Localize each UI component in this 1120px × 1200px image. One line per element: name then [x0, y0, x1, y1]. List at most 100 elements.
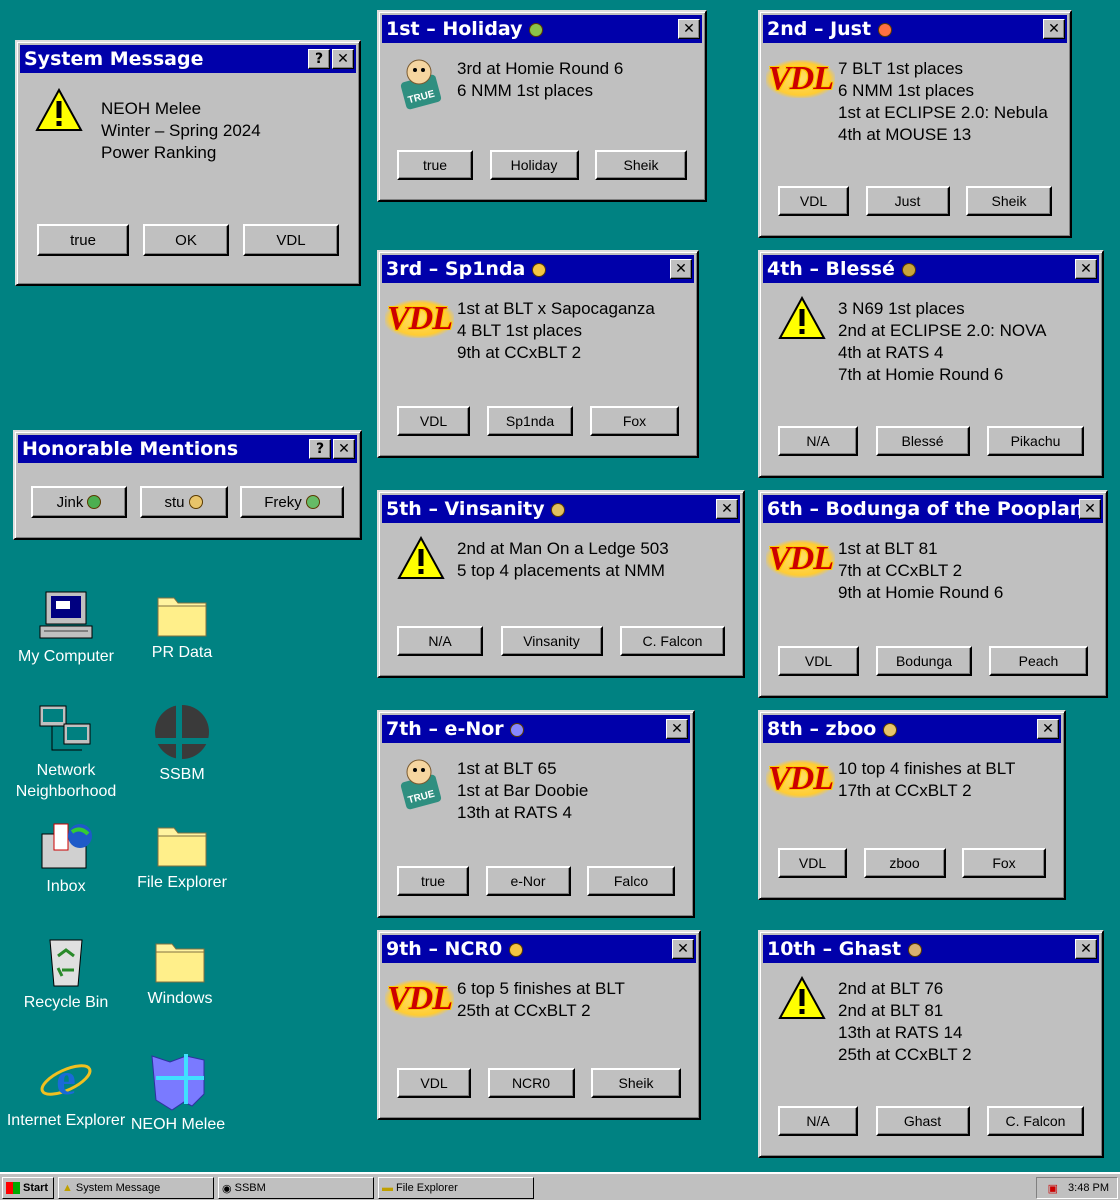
rank-titlebar[interactable]: 8th – zboo ✕: [763, 715, 1061, 743]
rank-title-text: 9th – NCR0: [386, 938, 503, 960]
vdl-logo-icon: VDL: [766, 60, 835, 98]
player-button[interactable]: Vinsanity: [500, 626, 603, 656]
character-button[interactable]: Fox: [962, 848, 1046, 878]
character-button[interactable]: Sheik: [595, 150, 687, 180]
network-neighborhood-shortcut[interactable]: Network Neighborhood: [6, 702, 126, 802]
freky-button[interactable]: Freky: [240, 486, 344, 518]
player-button[interactable]: Ghast: [875, 1106, 970, 1136]
close-button[interactable]: ✕: [1043, 19, 1065, 39]
rank-titlebar[interactable]: 5th – Vinsanity ✕: [382, 495, 740, 523]
player-button[interactable]: Just: [865, 186, 950, 216]
vdl-logo-icon: VDL: [766, 540, 835, 578]
close-button[interactable]: ✕: [678, 19, 700, 39]
character-button[interactable]: Fox: [590, 406, 679, 436]
crew-button[interactable]: true: [397, 866, 469, 896]
honorable-mentions-titlebar[interactable]: Honorable Mentions ? ✕: [18, 435, 357, 463]
crew-button[interactable]: VDL: [778, 646, 859, 676]
system-message-titlebar[interactable]: System Message ? ✕: [20, 45, 356, 73]
stu-button[interactable]: stu: [139, 486, 228, 518]
rank-3-window[interactable]: 3rd – Sp1nda ✕ VDL 1st at BLT x Sapocaganz…: [377, 250, 699, 458]
player-button[interactable]: Bodunga: [876, 646, 972, 676]
player-button[interactable]: Sp1nda: [487, 406, 573, 436]
rank-titlebar[interactable]: 6th – Bodunga of the Pooplands ✕: [763, 495, 1103, 523]
pr-data-shortcut[interactable]: PR Data: [122, 588, 242, 663]
character-button[interactable]: Pikachu: [987, 426, 1084, 456]
close-button[interactable]: ✕: [1075, 259, 1097, 279]
character-button[interactable]: Sheik: [591, 1068, 681, 1098]
close-button[interactable]: ✕: [666, 719, 688, 739]
neoh-melee-shortcut[interactable]: NEOH Melee: [118, 1050, 238, 1135]
rank-titlebar[interactable]: 10th – Ghast ✕: [763, 935, 1099, 963]
inbox-shortcut[interactable]: Inbox: [6, 818, 126, 897]
character-button[interactable]: C. Falcon: [620, 626, 725, 656]
crew-button[interactable]: VDL: [397, 406, 470, 436]
close-button[interactable]: ✕: [332, 49, 354, 69]
rank-2-window[interactable]: 2nd – Just ✕ VDL 7 BLT 1st places 6 NMM 1st…: [758, 10, 1072, 238]
rank-titlebar[interactable]: 3rd – Sp1nda ✕: [382, 255, 694, 283]
file-explorer-shortcut[interactable]: File Explorer: [122, 818, 242, 893]
rank-7-window[interactable]: 7th – e-Nor ✕ TRUE 1st at BLT 65 1st at Bar…: [377, 710, 695, 918]
player-button[interactable]: zboo: [863, 848, 946, 878]
character-button[interactable]: Peach: [989, 646, 1088, 676]
rank-titlebar[interactable]: 1st – Holiday ✕: [382, 15, 702, 43]
crew-button[interactable]: VDL: [778, 848, 847, 878]
crew-button[interactable]: VDL: [778, 186, 849, 216]
rank-10-window[interactable]: 10th – Ghast ✕ 2nd at BLT 76 2nd at BLT 81…: [758, 930, 1104, 1158]
crew-button[interactable]: true: [397, 150, 473, 180]
rank-4-window[interactable]: 4th – Blessé ✕ 3 N69 1st places 2nd at ECL…: [758, 250, 1104, 478]
recycle-bin-shortcut[interactable]: Recycle Bin: [6, 934, 126, 1013]
player-button[interactable]: Blessé: [875, 426, 970, 456]
system-message-window[interactable]: System Message ? ✕ NEOH Melee Winter – S…: [15, 40, 361, 286]
my-computer-shortcut[interactable]: My Computer: [6, 588, 126, 667]
vdl-button[interactable]: VDL: [243, 224, 339, 256]
player-button[interactable]: Holiday: [489, 150, 579, 180]
rank-titlebar[interactable]: 7th – e-Nor ✕: [382, 715, 690, 743]
close-button[interactable]: ✕: [716, 499, 738, 519]
close-button[interactable]: ✕: [333, 439, 355, 459]
start-button[interactable]: Start: [2, 1177, 54, 1199]
ssbm-shortcut[interactable]: SSBM: [122, 702, 242, 785]
close-button[interactable]: ✕: [1075, 939, 1097, 959]
neoh-melee-label: NEOH Melee: [130, 1116, 226, 1133]
close-button[interactable]: ✕: [672, 939, 694, 959]
character-stock-icon: [877, 22, 892, 37]
crew-button[interactable]: N/A: [397, 626, 483, 656]
honorable-mentions-window[interactable]: Honorable Mentions ? ✕ Jink stu Freky: [13, 430, 362, 540]
rank-8-window[interactable]: 8th – zboo ✕ VDL 10 top 4 finishes at BLT 1…: [758, 710, 1066, 900]
crew-button[interactable]: N/A: [778, 1106, 858, 1136]
jink-button[interactable]: Jink: [31, 486, 127, 518]
window-title: 8th – zboo: [767, 718, 1037, 740]
rank-1-window[interactable]: 1st – Holiday ✕ TRUE 3rd at Homie Round 6 6…: [377, 10, 707, 202]
help-button[interactable]: ?: [309, 439, 331, 459]
rank-titlebar[interactable]: 4th – Blessé ✕: [763, 255, 1099, 283]
rank-titlebar[interactable]: 9th – NCR0 ✕: [382, 935, 696, 963]
internet-explorer-shortcut[interactable]: e Internet Explorer: [6, 1050, 126, 1131]
rank-9-window[interactable]: 9th – NCR0 ✕ VDL 6 top 5 finishes at BLT 25…: [377, 930, 701, 1120]
taskbar-item-ssbm[interactable]: ◉ SSBM: [218, 1177, 374, 1199]
taskbar-item-file-explorer[interactable]: ▬ File Explorer: [378, 1177, 534, 1199]
recycle-bin-icon: [49, 939, 83, 987]
close-button[interactable]: ✕: [1079, 499, 1101, 519]
computer-icon: [39, 591, 93, 639]
character-button[interactable]: C. Falcon: [987, 1106, 1084, 1136]
result-line: 25th at CCxBLT 2: [457, 1001, 591, 1020]
player-button[interactable]: e-Nor: [485, 866, 571, 896]
taskbar-item-system-message[interactable]: ▲ System Message: [58, 1177, 214, 1199]
pr-data-label: PR Data: [151, 644, 213, 661]
close-button[interactable]: ✕: [1037, 719, 1059, 739]
crew-button[interactable]: VDL: [397, 1068, 471, 1098]
close-button[interactable]: ✕: [670, 259, 692, 279]
windows-shortcut[interactable]: Windows: [120, 934, 240, 1009]
true-button[interactable]: true: [37, 224, 129, 256]
crew-button[interactable]: N/A: [778, 426, 858, 456]
rank-6-window[interactable]: 6th – Bodunga of the Pooplands ✕ VDL 1st a…: [758, 490, 1108, 698]
character-button[interactable]: Sheik: [966, 186, 1052, 216]
tray-app-icon[interactable]: ▣: [1048, 1182, 1058, 1195]
ok-button[interactable]: OK: [143, 224, 229, 256]
rank-titlebar[interactable]: 2nd – Just ✕: [763, 15, 1067, 43]
player-button[interactable]: NCR0: [487, 1068, 575, 1098]
folder-icon: [157, 597, 207, 637]
help-button[interactable]: ?: [308, 49, 330, 69]
rank-5-window[interactable]: 5th – Vinsanity ✕ 2nd at Man On a Ledge 5…: [377, 490, 745, 678]
character-button[interactable]: Falco: [587, 866, 675, 896]
